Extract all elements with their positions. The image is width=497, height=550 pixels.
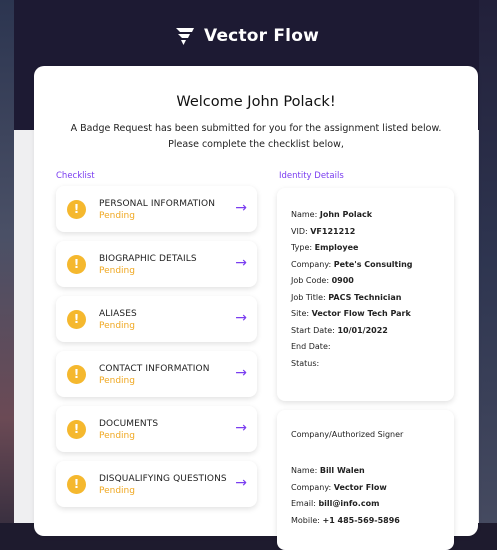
warning-icon: ! xyxy=(67,420,86,439)
identity-job-title-row: Job Title: PACS Technician xyxy=(291,290,413,307)
authorized-signer-card: Company/Authorized Signer Name: Bill Wal… xyxy=(277,410,454,550)
arrow-right-icon[interactable]: → xyxy=(235,420,247,436)
identity-site-label: Site: xyxy=(291,309,310,318)
identity-company-value: Pete's Consulting xyxy=(333,259,413,269)
identity-type-value: Employee xyxy=(314,243,359,252)
checklist-item-status: Pending xyxy=(99,211,135,221)
checklist-item-contact-information[interactable]: ! CONTACT INFORMATION Pending → xyxy=(56,351,257,397)
checklist-item-documents[interactable]: ! DOCUMENTS Pending → xyxy=(56,406,257,452)
checklist-item-biographic-details[interactable]: ! BIOGRAPHIC DETAILS Pending → xyxy=(56,241,257,287)
checklist-item-status: Pending xyxy=(99,321,135,331)
identity-job-code-label: Job Code: xyxy=(291,276,330,285)
checklist-item-title: BIOGRAPHIC DETAILS xyxy=(99,254,197,264)
signer-email-label: Email: xyxy=(291,499,316,508)
signer-email-row: Email: bill@info.com xyxy=(291,496,400,513)
identity-type-row: Type: Employee xyxy=(291,240,413,257)
identity-company-row: Company: Pete's Consulting xyxy=(291,257,413,274)
warning-icon: ! xyxy=(67,365,86,384)
checklist-label: Checklist xyxy=(56,171,95,181)
identity-end-date-label: End Date: xyxy=(291,342,331,351)
checklist-item-status: Pending xyxy=(99,431,135,441)
signer-mobile-row: Mobile: +1 485-569-5896 xyxy=(291,513,400,530)
checklist-item-personal-information[interactable]: ! PERSONAL INFORMATION Pending → xyxy=(56,186,257,232)
checklist-item-disqualifying-questions[interactable]: ! DISQUALIFYING QUESTIONS Pending → xyxy=(56,461,257,507)
arrow-right-icon[interactable]: → xyxy=(235,255,247,271)
intro-line-2: Please complete the checklist below, xyxy=(168,139,344,150)
identity-job-title-value: PACS Technician xyxy=(328,292,402,302)
signer-company-value: Vector Flow xyxy=(333,482,387,492)
signer-name-value: Bill Walen xyxy=(319,466,365,475)
arrow-right-icon[interactable]: → xyxy=(235,310,247,326)
identity-status-label: Status: xyxy=(291,358,320,368)
checklist: ! PERSONAL INFORMATION Pending → ! BIOGR… xyxy=(56,186,257,516)
warning-icon: ! xyxy=(67,200,86,219)
warning-icon: ! xyxy=(67,310,86,329)
warning-icon: ! xyxy=(67,475,86,494)
checklist-item-title: DOCUMENTS xyxy=(99,419,159,429)
checklist-item-status: Pending xyxy=(99,376,135,386)
identity-vid-value: VF121212 xyxy=(310,226,356,236)
checklist-item-status: Pending xyxy=(99,266,135,276)
identity-start-date-value: 10/01/2022 xyxy=(337,325,388,335)
checklist-item-aliases[interactable]: ! ALIASES Pending → xyxy=(56,296,257,342)
identity-details-label: Identity Details xyxy=(279,171,344,181)
arrow-right-icon[interactable]: → xyxy=(235,365,247,381)
brand-logo: Vector Flow xyxy=(14,26,479,46)
arrow-right-icon[interactable]: → xyxy=(235,475,247,491)
vector-flow-logo-icon xyxy=(174,26,196,46)
intro-text: A Badge Request has been submitted for y… xyxy=(34,121,478,153)
identity-status-row: Status: xyxy=(291,356,413,373)
background-left xyxy=(0,0,14,523)
checklist-item-title: ALIASES xyxy=(99,309,137,319)
identity-job-title-label: Job Title: xyxy=(291,292,326,302)
warning-icon: ! xyxy=(67,255,86,274)
identity-start-date-label: Start Date: xyxy=(291,325,335,335)
signer-company-label: Company: xyxy=(291,482,332,492)
signer-mobile-label: Mobile: xyxy=(291,515,320,525)
checklist-item-title: PERSONAL INFORMATION xyxy=(99,199,216,209)
identity-start-date-row: Start Date: 10/01/2022 xyxy=(291,323,413,340)
checklist-item-title: CONTACT INFORMATION xyxy=(99,364,210,374)
identity-site-value: Vector Flow Tech Park xyxy=(311,309,411,318)
main-card: Welcome John Polack! A Badge Request has… xyxy=(34,66,478,550)
identity-site-row: Site: Vector Flow Tech Park xyxy=(291,306,413,323)
welcome-heading: Welcome John Polack! xyxy=(176,94,336,110)
identity-company-label: Company: xyxy=(291,259,332,269)
signer-company-row: Company: Vector Flow xyxy=(291,480,400,497)
checklist-item-status: Pending xyxy=(99,486,135,496)
identity-name-value: John Polack xyxy=(319,210,373,219)
authorized-signer-heading: Company/Authorized Signer xyxy=(291,430,404,439)
identity-type-label: Type: xyxy=(291,243,313,252)
identity-details-list: Name: John Polack VID: VF121212 Type: Em… xyxy=(291,207,413,372)
identity-vid-label: VID: xyxy=(291,226,308,236)
identity-vid-row: VID: VF121212 xyxy=(291,224,413,241)
identity-name-row: Name: John Polack xyxy=(291,207,413,224)
background-right xyxy=(479,0,497,523)
authorized-signer-list: Name: Bill Walen Company: Vector Flow Em… xyxy=(291,463,400,529)
brand-name: Vector Flow xyxy=(204,26,319,46)
identity-name-label: Name: xyxy=(291,210,318,219)
intro-line-1: A Badge Request has been submitted for y… xyxy=(70,123,442,134)
identity-end-date-row: End Date: xyxy=(291,339,413,356)
signer-name-label: Name: xyxy=(291,466,318,475)
signer-email-value: bill@info.com xyxy=(318,499,380,508)
signer-name-row: Name: Bill Walen xyxy=(291,463,400,480)
identity-details-card: Name: John Polack VID: VF121212 Type: Em… xyxy=(277,188,454,401)
arrow-right-icon[interactable]: → xyxy=(235,200,247,216)
identity-job-code-row: Job Code: 0900 xyxy=(291,273,413,290)
identity-job-code-value: 0900 xyxy=(331,276,354,285)
signer-mobile-value: +1 485-569-5896 xyxy=(322,515,400,525)
checklist-item-title: DISQUALIFYING QUESTIONS xyxy=(99,474,227,484)
